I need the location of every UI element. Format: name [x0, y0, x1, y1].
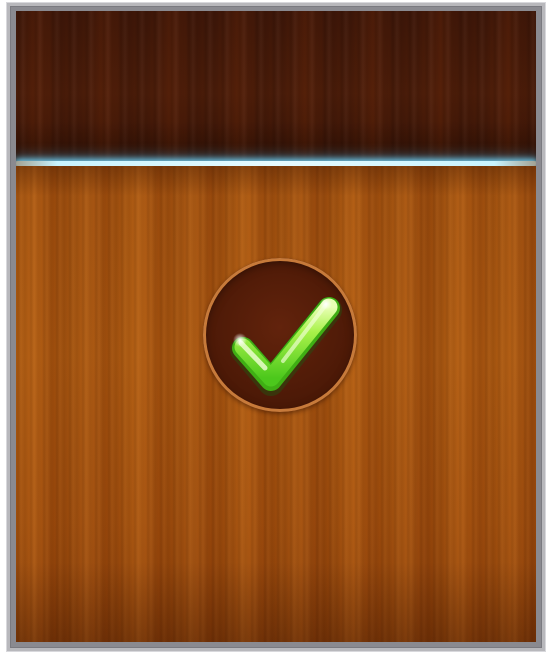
confirm-button[interactable]: [203, 258, 357, 412]
header-panel: [16, 11, 536, 161]
checkmark-icon: [230, 297, 342, 396]
window-frame: [7, 3, 545, 651]
wood-board: [16, 11, 536, 642]
